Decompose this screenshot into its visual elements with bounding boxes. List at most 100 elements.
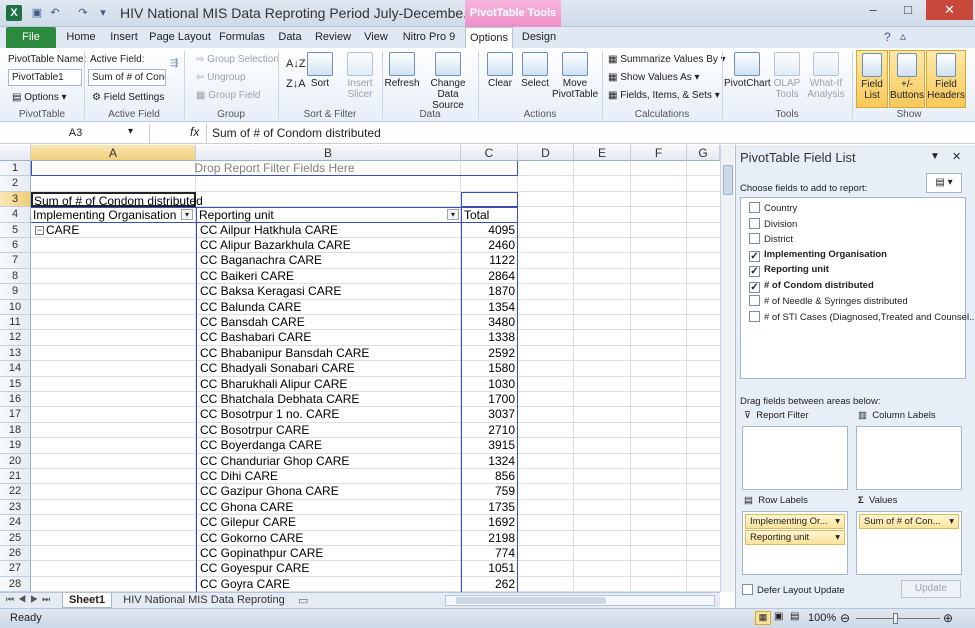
pivot-total-header[interactable]: Total (461, 207, 518, 223)
checked-checkbox[interactable]: ✓ (749, 250, 760, 262)
row-header[interactable]: 7 (0, 253, 31, 269)
maximize-button[interactable]: □ (890, 0, 926, 20)
customize-qat-icon[interactable]: ▾ (96, 6, 110, 20)
horizontal-scrollbar[interactable] (445, 595, 715, 606)
defer-layout-checkbox[interactable]: Defer Layout Update (742, 584, 845, 596)
total-value-cell[interactable]: 1338 (461, 330, 518, 346)
reporting-unit-cell[interactable]: CC Bosotrpur CARE (196, 422, 461, 439)
row-header[interactable]: 15 (0, 376, 31, 392)
reporting-unit-cell[interactable]: CC Bhatchala Debhata CARE (196, 392, 461, 408)
select-button[interactable]: Select (518, 52, 552, 89)
insert-sheet-icon[interactable]: ▭ (298, 594, 308, 607)
field-item[interactable]: # of STI Cases (Diagnosed,Treated and Co… (749, 310, 975, 326)
tab-data[interactable]: Data (272, 27, 308, 48)
collapse-icon[interactable]: − (35, 225, 44, 235)
name-box-dropdown-icon[interactable]: ▾ (128, 126, 133, 137)
redo-icon[interactable]: ↷ (76, 6, 90, 20)
reporting-unit-cell[interactable]: CC Goyra CARE (196, 576, 461, 593)
tab-options[interactable]: Options (465, 27, 513, 48)
zoom-in-icon[interactable]: ⊕ (943, 611, 953, 625)
reporting-unit-cell[interactable]: CC Balunda CARE (196, 299, 461, 315)
total-value-cell[interactable]: 2864 (461, 268, 518, 285)
save-icon[interactable]: ▣ (30, 6, 44, 20)
sort-za-icon[interactable]: Z↓A (286, 78, 306, 90)
row-header[interactable]: 10 (0, 299, 31, 315)
close-button[interactable]: ✕ (926, 0, 973, 20)
ungroup-button[interactable]: ⇦ Ungroup (196, 72, 246, 83)
insert-slicer-button[interactable]: Insert Slicer (340, 52, 380, 100)
reporting-unit-cell[interactable]: CC Dihi CARE (196, 469, 461, 485)
olap-tools-button[interactable]: OLAP Tools (770, 52, 804, 100)
row-header[interactable]: 20 (0, 453, 31, 469)
pane-close-icon[interactable]: ✕ (952, 150, 961, 163)
total-value-cell[interactable]: 1700 (461, 392, 518, 408)
unchecked-checkbox[interactable] (749, 310, 760, 322)
row-header[interactable]: 11 (0, 315, 31, 331)
expand-field-icon[interactable]: ⇶ (170, 58, 178, 69)
zoom-slider-track[interactable] (856, 618, 940, 619)
reporting-unit-cell[interactable]: CC Alipur Bazarkhula CARE (196, 238, 461, 254)
column-header-e[interactable]: E (574, 145, 631, 161)
reporting-unit-cell[interactable]: CC Baganachra CARE (196, 253, 461, 269)
total-value-cell[interactable]: 2592 (461, 345, 518, 362)
row-header[interactable]: 5 (0, 222, 31, 238)
row-chip-implementing-org[interactable]: Implementing Or... ▾ (745, 514, 845, 529)
undo-icon[interactable]: ↶ (48, 6, 62, 20)
checked-checkbox[interactable]: ✓ (749, 266, 760, 277)
total-value-cell[interactable]: 1324 (461, 453, 518, 469)
row-header[interactable]: 27 (0, 561, 31, 577)
tab-review[interactable]: Review (312, 27, 354, 48)
unchecked-checkbox[interactable] (749, 202, 760, 213)
total-value-cell[interactable]: 1354 (461, 299, 518, 315)
reporting-unit-cell[interactable]: CC Bosotrpur 1 no. CARE (196, 407, 461, 423)
field-item[interactable]: ✓ # of Condom distributed (749, 280, 874, 295)
formula-input[interactable]: Sum of # of Condom distributed (212, 126, 381, 140)
reporting-unit-cell[interactable]: CC Chanduriar Ghop CARE (196, 453, 461, 469)
field-item[interactable]: Division (749, 217, 797, 233)
field-settings-button[interactable]: ⚙ Field Settings (92, 92, 164, 103)
field-item[interactable]: ✓ Implementing Organisation (749, 249, 887, 264)
total-value-cell[interactable]: 1580 (461, 361, 518, 377)
row-header[interactable]: 23 (0, 499, 31, 516)
total-value-cell[interactable]: 1122 (461, 253, 518, 269)
reporting-unit-cell[interactable]: CC Boyerdanga CARE (196, 438, 461, 454)
values-area[interactable]: Sum of # of Con... ▾ (856, 511, 962, 575)
row-header[interactable]: 9 (0, 284, 31, 300)
total-value-cell[interactable]: 1735 (461, 499, 518, 516)
sort-button[interactable]: Sort (306, 52, 334, 89)
reporting-unit-cell[interactable]: CC Bharukhali Alipur CARE (196, 376, 461, 392)
zoom-level[interactable]: 100% (808, 612, 836, 624)
total-value-cell[interactable]: 1870 (461, 284, 518, 300)
what-if-button[interactable]: What-If Analysis (804, 52, 848, 100)
sheet-nav-arrows-icon[interactable]: ⏮◀▶⏭ (6, 594, 54, 605)
column-header-a[interactable]: A (31, 145, 196, 161)
tab-nitro[interactable]: Nitro Pro 9 (398, 27, 460, 48)
reporting-unit-cell[interactable]: CC Gopinathpur CARE (196, 546, 461, 562)
pivot-row-header-implementing-org[interactable]: Implementing Organisation (31, 207, 196, 223)
sheet-tab-sheet1[interactable]: Sheet1 (62, 593, 112, 608)
total-value-cell[interactable]: 3915 (461, 438, 518, 454)
row-header[interactable]: 1 (0, 161, 31, 177)
unchecked-checkbox[interactable] (749, 295, 760, 306)
clear-button[interactable]: Clear (484, 52, 516, 89)
reporting-unit-cell[interactable]: CC Gilepur CARE (196, 515, 461, 531)
total-value-cell[interactable]: 759 (461, 484, 518, 500)
change-data-source-button[interactable]: Change Data Source (420, 52, 476, 111)
unchecked-checkbox[interactable] (749, 233, 760, 244)
reporting-unit-cell[interactable]: CC Bhadyali Sonabari CARE (196, 361, 461, 377)
zoom-out-icon[interactable]: ⊖ (840, 611, 850, 625)
total-value-cell[interactable]: 856 (461, 469, 518, 485)
column-header-d[interactable]: D (518, 145, 574, 161)
insert-function-icon[interactable]: fx (190, 125, 199, 139)
sheet-tab-hiv-data[interactable]: HIV National MIS Data Reproting (118, 593, 290, 608)
row-header[interactable]: 21 (0, 469, 31, 485)
total-value-cell[interactable]: 2460 (461, 238, 518, 254)
plus-minus-buttons-button[interactable]: +/- Buttons (889, 50, 925, 108)
row-header[interactable]: 14 (0, 361, 31, 377)
row-labels-area[interactable]: Implementing Or... ▾ Reporting unit ▾ (742, 511, 848, 575)
row-header[interactable]: 16 (0, 392, 31, 408)
tab-formulas[interactable]: Formulas (216, 27, 268, 48)
column-header-c[interactable]: C (461, 145, 518, 161)
row-header[interactable]: 24 (0, 515, 31, 531)
horizontal-scroll-thumb[interactable] (456, 597, 606, 604)
